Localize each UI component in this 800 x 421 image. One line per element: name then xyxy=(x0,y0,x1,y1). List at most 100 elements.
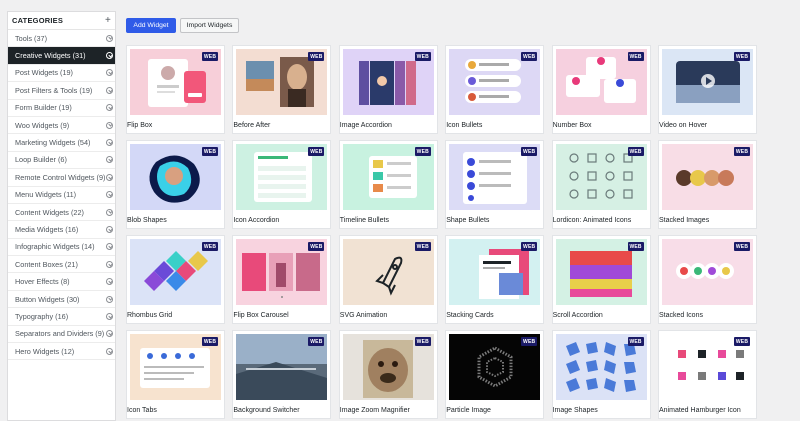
web-badge: WEB xyxy=(308,337,325,346)
download-icon[interactable] xyxy=(106,156,113,164)
widget-card[interactable]: WEB Flip Box Carousel xyxy=(232,235,332,324)
timeline-bullets-icon: WEB xyxy=(342,144,434,210)
shape-bullets-icon: WEB xyxy=(449,144,541,210)
stacked-images-icon: WEB xyxy=(662,144,753,210)
widget-name: Shape Bullets xyxy=(446,217,490,224)
category-label: Typography (16) xyxy=(15,311,69,321)
image-shapes-icon: WEB xyxy=(555,334,647,400)
category-item[interactable]: Post Widgets (19) xyxy=(8,65,115,83)
widget-card[interactable]: WEB Blob Shapes xyxy=(126,140,225,229)
widget-card[interactable]: WEB Timeline Bullets xyxy=(338,140,438,229)
widget-name: SVG Animation xyxy=(339,312,388,319)
download-icon[interactable] xyxy=(106,173,113,181)
widget-card[interactable]: WEB Icon Accordion xyxy=(232,140,332,229)
widget-card[interactable]: WEB Image Zoom Magnifier xyxy=(338,330,438,419)
web-badge: WEB xyxy=(202,337,218,346)
widget-name: Background Switcher xyxy=(233,407,300,414)
download-icon[interactable] xyxy=(106,330,113,338)
web-badge: WEB xyxy=(308,147,325,156)
download-icon[interactable] xyxy=(106,139,113,147)
add-widget-button[interactable]: Add Widget xyxy=(126,18,176,33)
widget-card[interactable]: WEB Animated Hamburger Icon xyxy=(658,330,757,419)
category-label: Hover Effects (8) xyxy=(15,277,70,287)
web-badge: WEB xyxy=(627,147,644,156)
blob-shapes-icon: WEB xyxy=(130,144,221,210)
category-item[interactable]: Form Builder (19) xyxy=(8,100,115,117)
category-item[interactable]: Menu Widgets (11) xyxy=(8,187,115,204)
widget-card[interactable]: WEB Video on Hover xyxy=(658,45,757,134)
category-item[interactable]: Tools (37) xyxy=(8,30,115,48)
widget-card[interactable]: WEB Lordicon: Animated Icons xyxy=(551,140,651,229)
web-badge: WEB xyxy=(414,52,431,61)
category-label: Media Widgets (16) xyxy=(15,224,79,234)
widget-name: Scroll Accordion xyxy=(552,312,603,319)
widget-card[interactable]: WEB Background Switcher xyxy=(232,330,332,419)
widget-card[interactable]: WEB Shape Bullets xyxy=(445,140,545,229)
web-badge: WEB xyxy=(202,147,218,156)
category-label: Post Widgets (19) xyxy=(15,68,73,78)
category-item[interactable]: Media Widgets (16) xyxy=(8,221,115,239)
download-icon[interactable] xyxy=(106,34,113,42)
download-icon[interactable] xyxy=(106,208,113,216)
widget-card[interactable]: WEB SVG Animation xyxy=(338,235,438,324)
widget-card[interactable]: WEB Image Accordion xyxy=(338,45,438,134)
widget-card[interactable]: WEB Icon Bullets xyxy=(445,45,545,134)
flip-carousel-icon: WEB xyxy=(236,239,328,305)
widget-card[interactable]: WEB Before After xyxy=(232,45,332,134)
category-item[interactable]: Infographic Widgets (14) xyxy=(8,239,115,257)
web-badge: WEB xyxy=(734,52,750,61)
category-item[interactable]: Typography (16) xyxy=(8,308,115,326)
widget-card[interactable]: WEB Image Shapes xyxy=(551,330,651,419)
category-label: Button Widgets (30) xyxy=(15,294,80,304)
web-badge: WEB xyxy=(627,337,644,346)
download-icon[interactable] xyxy=(106,104,113,112)
category-item[interactable]: Separators and Dividers (9) xyxy=(8,326,115,344)
widget-name: Timeline Bullets xyxy=(339,217,389,224)
widget-card[interactable]: WEB Icon Tabs xyxy=(126,330,225,419)
category-item[interactable]: Woo Widgets (9) xyxy=(8,117,115,135)
widget-card[interactable]: WEB Stacked Images xyxy=(658,140,757,229)
download-icon[interactable] xyxy=(106,295,113,303)
download-icon[interactable] xyxy=(106,52,113,60)
category-item[interactable]: Post Filters & Tools (19) xyxy=(8,82,115,100)
category-item[interactable]: Hover Effects (8) xyxy=(8,273,115,291)
download-icon[interactable] xyxy=(106,260,113,268)
widget-card[interactable]: WEB Flip Box xyxy=(126,45,225,134)
number-box-icon: WEB xyxy=(555,49,647,115)
categories-title: CATEGORIES xyxy=(12,16,64,25)
widget-card[interactable]: WEB Stacking Cards xyxy=(445,235,545,324)
category-label: Creative Widgets (31) xyxy=(15,51,86,61)
widget-library: CATEGORIES + Tools (37) Creative Widgets … xyxy=(0,0,800,421)
download-icon[interactable] xyxy=(106,312,113,320)
widget-name: Lordicon: Animated Icons xyxy=(552,217,632,224)
widget-name: Rhombus Grid xyxy=(127,312,173,319)
category-item[interactable]: Remote Control Widgets (9) xyxy=(8,169,115,187)
widget-card[interactable]: WEB Particle Image xyxy=(445,330,545,419)
download-icon[interactable] xyxy=(106,347,113,355)
download-icon[interactable] xyxy=(106,86,113,94)
download-icon[interactable] xyxy=(106,121,113,129)
add-category-icon[interactable]: + xyxy=(105,15,111,26)
category-item[interactable]: Hero Widgets (12) xyxy=(8,343,115,361)
category-item[interactable]: Content Widgets (22) xyxy=(8,204,115,222)
category-item[interactable]: Content Boxes (21) xyxy=(8,256,115,274)
widget-card[interactable]: WEB Number Box xyxy=(551,45,651,134)
download-icon[interactable] xyxy=(106,225,113,233)
icon-tabs-icon: WEB xyxy=(130,334,221,400)
category-item[interactable]: Marketing Widgets (54) xyxy=(8,134,115,152)
import-widgets-button[interactable]: Import Widgets xyxy=(180,18,239,33)
category-item[interactable]: Loop Builder (6) xyxy=(8,152,115,170)
rhombus-grid-icon: WEB xyxy=(130,239,221,305)
widget-card[interactable]: WEB Stacked Icons xyxy=(658,235,757,324)
download-icon[interactable] xyxy=(106,278,113,286)
category-item[interactable]: Button Widgets (30) xyxy=(8,291,115,309)
widget-card[interactable]: WEB Scroll Accordion xyxy=(551,235,651,324)
download-icon[interactable] xyxy=(106,191,113,199)
download-icon[interactable] xyxy=(106,69,113,77)
category-item[interactable]: Creative Widgets (31) xyxy=(8,47,115,65)
widget-card[interactable]: WEB Rhombus Grid xyxy=(126,235,225,324)
widget-name: Flip Box Carousel xyxy=(233,312,289,319)
download-icon[interactable] xyxy=(106,243,113,251)
icon-bullets-icon: WEB xyxy=(449,49,541,115)
web-badge: WEB xyxy=(734,337,750,346)
